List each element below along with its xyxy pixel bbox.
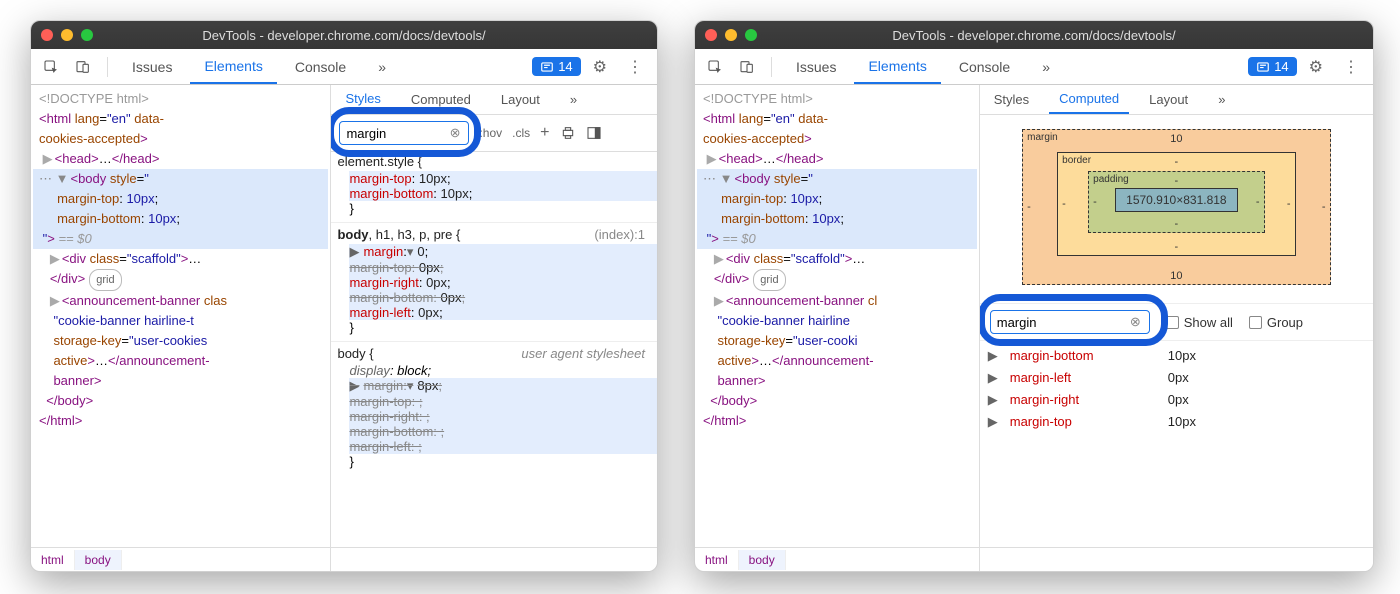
dock-icon[interactable]	[586, 125, 602, 141]
clear-filter-icon[interactable]: ⊗	[448, 125, 463, 141]
styles-subtabs: Styles Computed Layout »	[331, 85, 657, 115]
subtab-layout[interactable]: Layout	[1139, 86, 1198, 113]
subtab-layout[interactable]: Layout	[491, 86, 550, 113]
issues-badge[interactable]: 14	[1248, 57, 1296, 76]
new-rule-button[interactable]: +	[540, 124, 549, 142]
subtab-styles[interactable]: Styles	[984, 86, 1039, 113]
minimize-window-icon[interactable]	[725, 29, 737, 41]
dom-head[interactable]: ▶<head>…</head>	[697, 149, 977, 169]
dom-html-open[interactable]: <html lang="en" data-	[33, 109, 328, 129]
issues-badge[interactable]: 14	[532, 57, 580, 76]
computed-filter-input[interactable]	[997, 315, 1128, 330]
crumb-body[interactable]: body	[739, 550, 786, 570]
computed-prop-row[interactable]: ▶margin-top10px	[988, 411, 1365, 433]
main-toolbar: Issues Elements Console » 14 ⚙ ⋮	[695, 49, 1373, 85]
computed-prop-row[interactable]: ▶margin-bottom10px	[988, 345, 1365, 367]
dom-announcement[interactable]: ▶<announcement-banner cl	[697, 291, 977, 311]
computed-properties: ▶margin-bottom10px ▶margin-left0px ▶marg…	[980, 341, 1373, 437]
dom-announcement[interactable]: ▶<announcement-banner clas	[33, 291, 328, 311]
tab-issues[interactable]: Issues	[118, 51, 186, 83]
tab-overflow[interactable]: »	[1028, 51, 1064, 83]
subtab-computed[interactable]: Computed	[401, 86, 481, 113]
crumb-body[interactable]: body	[75, 550, 122, 570]
breadcrumb[interactable]: html body	[31, 547, 657, 571]
dom-body-close[interactable]: </body>	[33, 391, 328, 411]
show-all-checkbox[interactable]: Show all	[1166, 315, 1233, 330]
hov-toggle[interactable]: :hov	[479, 126, 502, 140]
inspect-element-icon[interactable]	[701, 55, 729, 79]
minimize-window-icon[interactable]	[61, 29, 73, 41]
box-model-content: 1570.910×831.818	[1115, 188, 1237, 212]
dom-head[interactable]: ▶<head>…</head>	[33, 149, 328, 169]
grid-badge[interactable]: grid	[753, 269, 785, 291]
crumb-html[interactable]: html	[31, 550, 75, 570]
inspect-element-icon[interactable]	[37, 55, 65, 79]
dom-html-open[interactable]: <html lang="en" data-	[697, 109, 977, 129]
cls-toggle[interactable]: .cls	[512, 126, 530, 140]
crumb-html[interactable]: html	[695, 550, 739, 570]
main-toolbar: Issues Elements Console » 14 ⚙ ⋮	[31, 49, 657, 85]
tab-elements[interactable]: Elements	[854, 50, 940, 84]
dom-html-close[interactable]: </html>	[33, 411, 328, 431]
more-menu-icon[interactable]: ⋮	[619, 52, 651, 82]
issues-count: 14	[558, 59, 572, 74]
zoom-window-icon[interactable]	[745, 29, 757, 41]
styles-filterbar: ⊗ :hov .cls +	[331, 115, 657, 152]
dom-html-close[interactable]: </html>	[697, 411, 977, 431]
styles-filter-input-wrap[interactable]: ⊗	[339, 121, 469, 145]
dom-body-close[interactable]: </body>	[697, 391, 977, 411]
close-window-icon[interactable]	[705, 29, 717, 41]
dom-doctype: <!DOCTYPE html>	[697, 89, 977, 109]
window-title: DevTools - developer.chrome.com/docs/dev…	[202, 28, 485, 43]
grid-badge[interactable]: grid	[89, 269, 121, 291]
dom-tree[interactable]: <!DOCTYPE html> <html lang="en" data- co…	[695, 85, 980, 571]
window-titlebar: DevTools - developer.chrome.com/docs/dev…	[31, 21, 657, 49]
breadcrumb[interactable]: html body	[695, 547, 1373, 571]
subtab-styles[interactable]: Styles	[335, 85, 390, 114]
dom-body-open[interactable]: ⋯ ▼<body style="	[697, 169, 977, 189]
styles-filter-input[interactable]	[346, 126, 447, 141]
settings-icon[interactable]: ⚙	[1301, 52, 1331, 82]
subtab-overflow[interactable]: »	[560, 86, 587, 113]
dom-tree[interactable]: <!DOCTYPE html> <html lang="en" data- co…	[31, 85, 331, 571]
styles-subtabs: Styles Computed Layout »	[980, 85, 1373, 115]
print-icon[interactable]	[560, 125, 576, 141]
tab-issues[interactable]: Issues	[782, 51, 850, 83]
computed-prop-row[interactable]: ▶margin-left0px	[988, 367, 1365, 389]
subtab-overflow[interactable]: »	[1208, 86, 1235, 113]
dom-div-scaffold[interactable]: ▶<div class="scaffold">…	[697, 249, 977, 269]
device-toggle-icon[interactable]	[733, 55, 761, 79]
close-window-icon[interactable]	[41, 29, 53, 41]
style-rules: element.style { margin-top: 10px; margin…	[331, 152, 657, 571]
group-checkbox[interactable]: Group	[1249, 315, 1303, 330]
window-title: DevTools - developer.chrome.com/docs/dev…	[892, 28, 1175, 43]
zoom-window-icon[interactable]	[81, 29, 93, 41]
dom-body-open[interactable]: ⋯ ▼<body style="	[33, 169, 328, 189]
dom-div-scaffold[interactable]: ▶<div class="scaffold">…	[33, 249, 328, 269]
settings-icon[interactable]: ⚙	[585, 52, 615, 82]
tab-overflow[interactable]: »	[364, 51, 400, 83]
computed-prop-row[interactable]: ▶margin-right0px	[988, 389, 1365, 411]
tab-console[interactable]: Console	[945, 51, 1024, 83]
subtab-computed[interactable]: Computed	[1049, 85, 1129, 114]
device-toggle-icon[interactable]	[69, 55, 97, 79]
box-model[interactable]: margin 10 10 - - border - - - - padding …	[980, 115, 1373, 303]
more-menu-icon[interactable]: ⋮	[1335, 52, 1367, 82]
issues-count: 14	[1274, 59, 1288, 74]
computed-filter-input-wrap[interactable]: ⊗	[990, 310, 1150, 334]
tab-console[interactable]: Console	[281, 51, 360, 83]
clear-filter-icon[interactable]: ⊗	[1128, 314, 1143, 330]
computed-filterbar: ⊗ Show all Group	[980, 303, 1373, 341]
tab-elements[interactable]: Elements	[190, 50, 276, 84]
window-titlebar: DevTools - developer.chrome.com/docs/dev…	[695, 21, 1373, 49]
dom-doctype: <!DOCTYPE html>	[33, 89, 328, 109]
